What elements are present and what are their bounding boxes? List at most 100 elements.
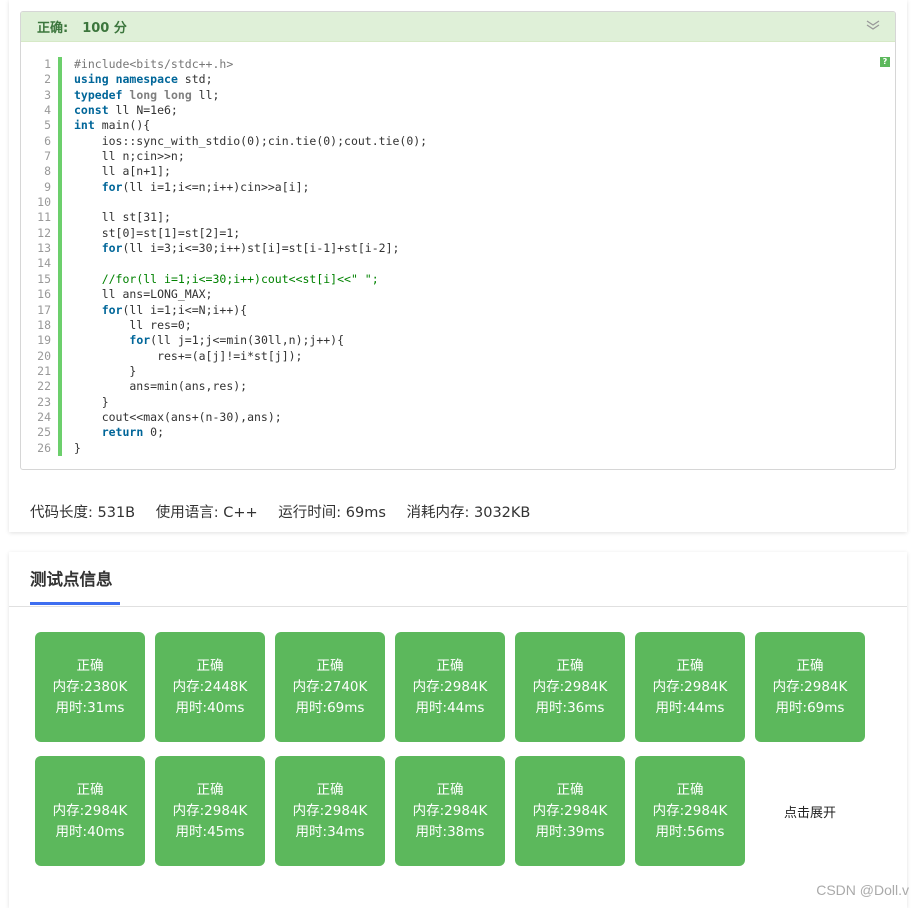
testcase-tile[interactable]: 正确 内存:2984K 用时:38ms bbox=[395, 756, 505, 866]
testcase-time: 用时:45ms bbox=[175, 823, 245, 840]
code-line: 21 } bbox=[21, 363, 881, 380]
gutter-bar bbox=[58, 195, 62, 211]
code-text: } bbox=[74, 394, 109, 409]
testcase-tile[interactable]: 正确 内存:2984K 用时:56ms bbox=[635, 756, 745, 866]
testcases-title[interactable]: 测试点信息 bbox=[30, 566, 113, 590]
code-line: 6 ios::sync_with_stdio(0);cin.tie(0);cou… bbox=[21, 133, 881, 150]
gutter-bar bbox=[58, 72, 62, 88]
testcase-tile[interactable]: 正确 内存:2984K 用时:34ms bbox=[275, 756, 385, 866]
testcase-tile[interactable]: 正确 内存:2984K 用时:44ms bbox=[395, 632, 505, 742]
testcase-tile[interactable]: 正确 内存:2448K 用时:40ms bbox=[155, 632, 265, 742]
code-text: } bbox=[74, 363, 137, 378]
code-line: 10 bbox=[21, 195, 881, 211]
testcase-time: 用时:36ms bbox=[535, 699, 605, 716]
testcase-tile[interactable]: 正确 内存:2984K 用时:40ms bbox=[35, 756, 145, 866]
gutter-bar bbox=[58, 210, 62, 226]
code-line: 11 ll st[31]; bbox=[21, 210, 881, 226]
run-time: 运行时间: 69ms bbox=[278, 505, 386, 521]
code-text: return 0; bbox=[101, 425, 165, 440]
gutter-bar bbox=[58, 440, 62, 456]
gutter-bar bbox=[58, 425, 62, 441]
line-number: 15 bbox=[37, 271, 51, 286]
testcase-status: 正确 bbox=[196, 657, 224, 674]
tab-underline bbox=[30, 602, 120, 605]
testcase-time: 用时:34ms bbox=[295, 823, 365, 840]
gutter-bar bbox=[58, 317, 62, 334]
help-icon[interactable]: ? bbox=[880, 57, 890, 67]
result-header[interactable]: 正确: 100 分 bbox=[21, 12, 895, 42]
gutter-bar bbox=[58, 363, 62, 380]
testcase-status: 正确 bbox=[76, 781, 104, 798]
code-line: 5 int main(){ bbox=[21, 118, 881, 134]
line-number: 23 bbox=[37, 394, 51, 409]
testcase-tile[interactable]: 正确 内存:2984K 用时:44ms bbox=[635, 632, 745, 742]
testcases-card: 测试点信息 正确 内存:2380K 用时:31ms 正确 内存:2448K 用时:40ms… bbox=[9, 552, 907, 908]
gutter-bar bbox=[58, 225, 62, 242]
code-text: for(ll i=3;i<=30;i++)st[i]=st[i-1]+st[i-… bbox=[101, 241, 400, 256]
testcase-tile[interactable]: 正确 内存:2380K 用时:31ms bbox=[35, 632, 145, 742]
testcase-memory: 内存:2984K bbox=[172, 802, 248, 819]
testcase-tile[interactable]: 正确 内存:2984K 用时:36ms bbox=[515, 632, 625, 742]
submission-stats: 代码长度: 531B 使用语言: C++ 运行时间: 69ms 消耗内存: 30… bbox=[30, 501, 546, 522]
code-text: ll n;cin>>n; bbox=[74, 149, 185, 164]
code-text: for(ll i=1;i<=N;i++){ bbox=[101, 302, 248, 317]
testcase-time: 用时:44ms bbox=[655, 699, 725, 716]
gutter-bar bbox=[58, 241, 62, 257]
code-line: 18 ll res=0; bbox=[21, 317, 881, 334]
line-number: 14 bbox=[37, 256, 51, 271]
code-line: 8 ll a[n+1]; bbox=[21, 164, 881, 180]
testcase-time: 用时:39ms bbox=[535, 823, 605, 840]
line-number: 8 bbox=[44, 164, 51, 179]
testcase-tile[interactable]: 正确内存:2984K 用时:45ms bbox=[155, 756, 265, 866]
code-text: using namespace std; bbox=[74, 72, 213, 87]
line-number: 16 bbox=[37, 287, 51, 302]
testcase-status: 正确 bbox=[676, 657, 704, 674]
gutter-bar bbox=[58, 179, 62, 196]
code-line: 7 ll n;cin>>n; bbox=[21, 149, 881, 165]
testcase-tile[interactable]: 正确 内存:2740K 用时:69ms bbox=[275, 632, 385, 742]
code-line: 15 //for(ll i=1;i<=30;i++)cout<<st[i]<<"… bbox=[21, 271, 881, 288]
testcase-status: 正确 bbox=[316, 657, 344, 674]
code-line: 1 #include<bits/stdc++.h> bbox=[21, 57, 881, 73]
line-number: 11 bbox=[37, 210, 51, 225]
line-number: 26 bbox=[37, 440, 51, 455]
line-number: 19 bbox=[37, 333, 51, 348]
line-number: 4 bbox=[44, 103, 51, 118]
testcase-time: 用时:31ms bbox=[55, 699, 125, 716]
code-text: //for(ll i=1;i<=30;i++)cout<<st[i]<<" "; bbox=[101, 271, 379, 286]
testcase-tile[interactable]: 正确 内存:2984K 用时:69ms bbox=[755, 632, 865, 742]
code-text: st[0]=st[1]=st[2]=1; bbox=[74, 225, 241, 240]
gutter-bar bbox=[58, 302, 62, 318]
code-text: for(ll j=1;j<=min(30ll,n);j++){ bbox=[129, 333, 345, 348]
testcase-status: 正确 bbox=[196, 781, 224, 798]
gutter-bar bbox=[58, 164, 62, 180]
code-text: ios::sync_with_stdio(0);cin.tie(0);cout.… bbox=[74, 133, 428, 148]
line-number: 24 bbox=[37, 409, 51, 424]
code-line: 23 } bbox=[21, 394, 881, 410]
testcase-status: 正确 bbox=[316, 781, 344, 798]
code-line: 9 for(ll i=1;i<=n;i++)cin>>a[i]; bbox=[21, 179, 881, 196]
code-text: ans=min(ans,res); bbox=[74, 379, 248, 394]
divider bbox=[9, 606, 907, 607]
code-line: 20 res+=(a[j]!=i*st[j]); bbox=[21, 348, 881, 364]
testcase-memory: 内存:2984K bbox=[532, 802, 608, 819]
gutter-bar bbox=[58, 133, 62, 150]
testcase-memory: 内存:2984K bbox=[652, 802, 728, 819]
testcase-tile[interactable]: 正确内存:2984K 用时:39ms bbox=[515, 756, 625, 866]
code-text: int main(){ bbox=[74, 118, 151, 133]
submission-card: 正确: 100 分 ? 1 #include<bits/stdc++.h> 2 usi… bbox=[9, 0, 907, 532]
language: 使用语言: C++ bbox=[155, 505, 258, 521]
result-status: 正确: bbox=[37, 21, 69, 36]
line-number: 17 bbox=[37, 302, 51, 317]
code-line: 16 ll ans=LONG_MAX; bbox=[21, 287, 881, 303]
gutter-bar bbox=[58, 103, 62, 119]
testcase-time: 用时:40ms bbox=[175, 699, 245, 716]
testcase-status: 正确 bbox=[556, 781, 584, 798]
gutter-bar bbox=[58, 333, 62, 349]
line-number: 22 bbox=[37, 379, 51, 394]
code-text: typedef long long ll; bbox=[74, 87, 220, 102]
expand-button[interactable]: 点击展开 bbox=[755, 756, 865, 866]
chevron-double-down-icon[interactable] bbox=[865, 18, 881, 32]
testcase-status: 正确 bbox=[436, 781, 464, 798]
